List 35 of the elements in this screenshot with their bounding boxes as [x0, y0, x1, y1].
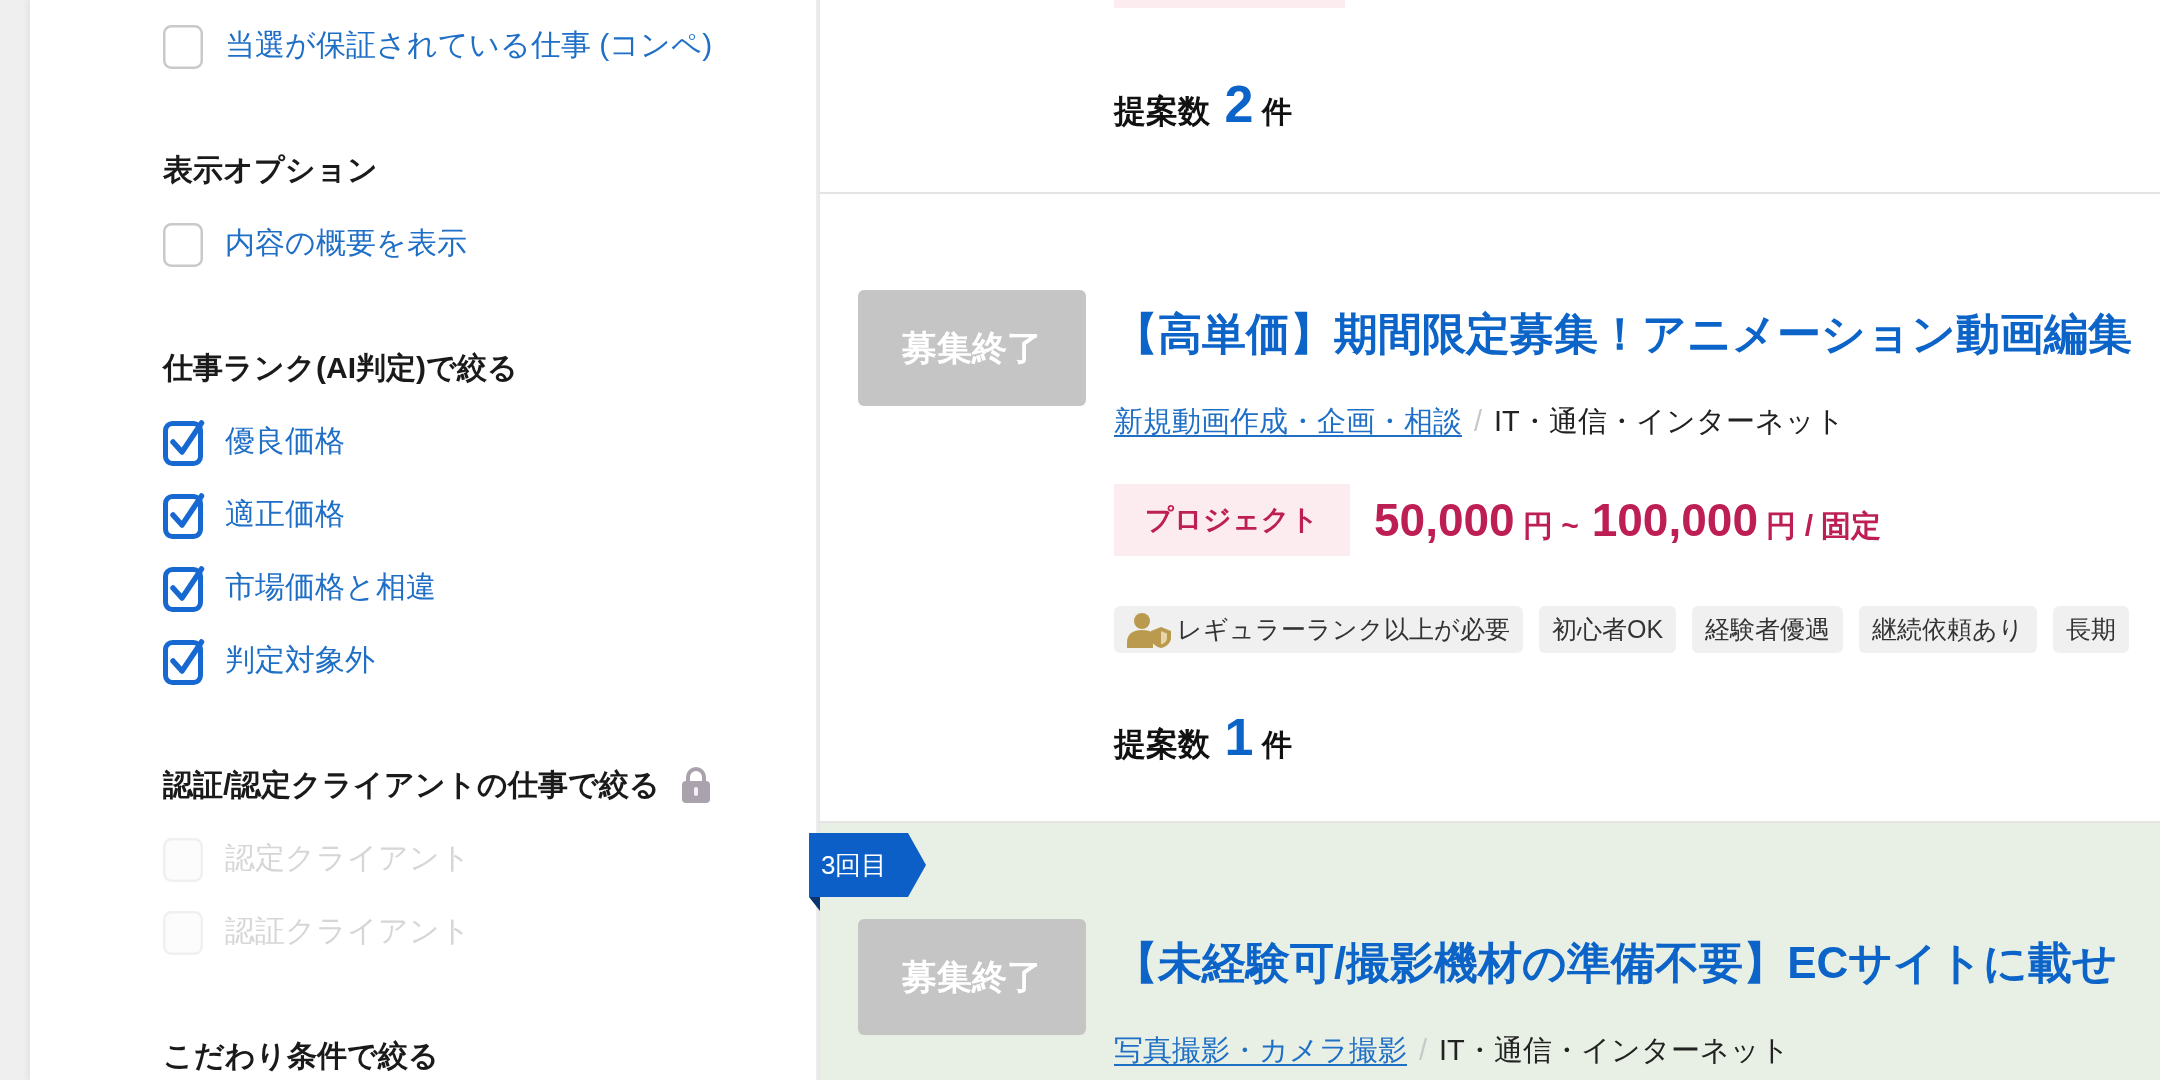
checkbox[interactable]: [163, 636, 205, 685]
tag-label: レギュラーランク以上が必要: [1177, 614, 1510, 645]
section-heading: 表示オプション: [163, 151, 378, 188]
checkbox[interactable]: [163, 563, 205, 612]
status-tag: 募集終了: [858, 919, 1086, 1035]
round-ribbon: 3回目: [809, 833, 926, 911]
price-text: 50,000 円 ~ 100,000 円 / 固定: [1374, 493, 1882, 548]
industry-label: IT・通信・インターネット: [1439, 1033, 1790, 1067]
tag: 初心者OK: [1539, 606, 1677, 653]
checkbox[interactable]: [163, 417, 205, 466]
checkbox-label[interactable]: 市場価格と相違: [225, 568, 436, 605]
checkbox-label[interactable]: 優良価格: [225, 422, 345, 459]
checkbox[interactable]: [163, 490, 205, 539]
proposal-count: 提案数 2 件: [1114, 78, 1292, 130]
section-heading: 仕事ランク(AI判定)で絞る: [163, 349, 518, 386]
category-link[interactable]: 写真撮影・カメラ撮影: [1114, 1033, 1415, 1067]
section-heading: 認証/認定クライアントの仕事で絞る: [163, 766, 661, 803]
breadcrumb-separator: /: [1474, 404, 1483, 438]
checkbox-label[interactable]: 適正価格: [225, 495, 345, 532]
category-link[interactable]: 新規動画作成・企画・相談: [1114, 404, 1470, 438]
tag: 長期: [2053, 606, 2130, 653]
section-heading: こだわり条件で絞る: [163, 1037, 439, 1074]
breadcrumb-separator: /: [1419, 1033, 1428, 1067]
checkbox-label[interactable]: 判定対象外: [225, 641, 375, 678]
industry-label: IT・通信・インターネット: [1494, 404, 1845, 438]
tag: 継続依頼あり: [1859, 606, 2038, 653]
job-title-link[interactable]: 【高単価】期間限定募集！アニメーション動画編集: [1114, 306, 2132, 362]
checkbox-label[interactable]: 当選が保証されている仕事 (コンペ): [225, 26, 713, 63]
checkbox-label[interactable]: 内容の概要を表示: [225, 224, 467, 261]
person-shield-icon: [1127, 611, 1171, 648]
tag: 経験者優遇: [1692, 606, 1844, 653]
job-type-tag: プロジェクト: [1114, 484, 1350, 556]
proposal-count: 提案数 1 件: [1114, 711, 1292, 763]
job-title-link[interactable]: 【未経験可/撮影機材の準備不要】ECサイトに載せ: [1114, 935, 2118, 991]
status-tag: 募集終了: [858, 290, 1086, 406]
